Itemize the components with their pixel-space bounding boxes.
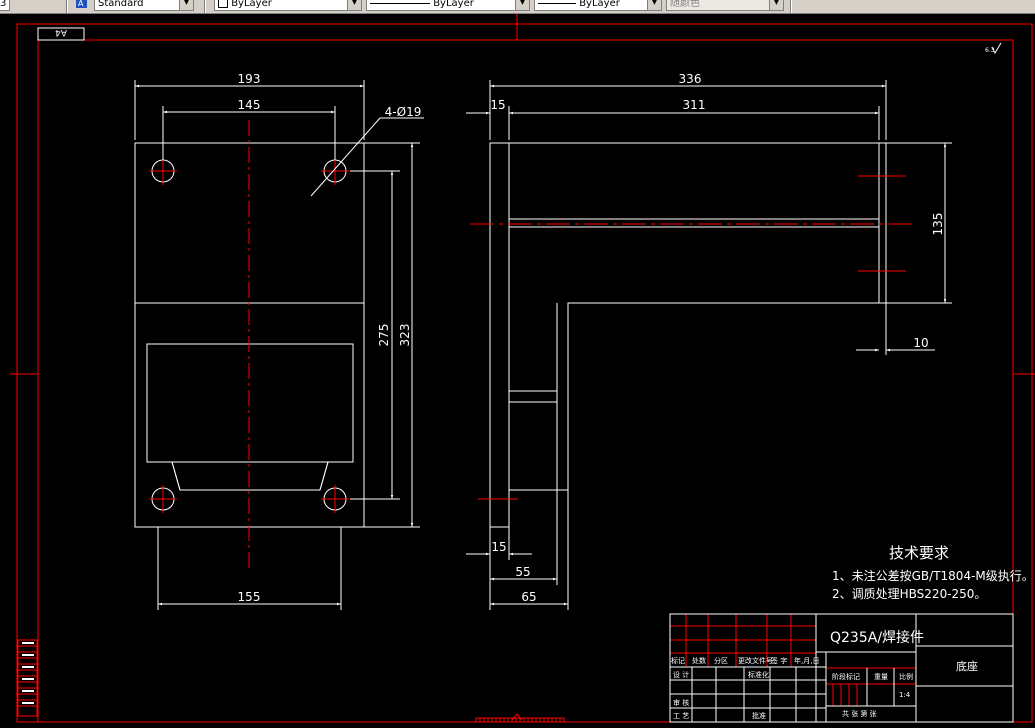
toolbar-separator — [66, 0, 68, 13]
tb-hdr-zone: 分区 — [714, 656, 728, 665]
dim-311: 311 — [683, 98, 706, 112]
dim-65: 65 — [521, 590, 536, 604]
lineweight-sample — [538, 2, 576, 4]
technical-requirements: 技术要求 1、未注公差按GB/T1804-M级执行。 2、调质处理HBS220-… — [832, 544, 1034, 601]
dim-193: 193 — [238, 72, 261, 86]
linetype-value: ByLayer — [433, 0, 474, 9]
tb-hdr-mark: 标记 — [671, 656, 685, 665]
text-style-value: Standard — [98, 0, 144, 9]
binding-table — [17, 639, 38, 717]
lineweight-value: ByLayer — [579, 0, 620, 9]
dim-135: 135 — [931, 213, 945, 236]
plotstyle-value: 随颜色 — [670, 0, 700, 9]
lineweight-dropdown[interactable]: ByLayer ▼ — [534, 0, 662, 11]
dim-10: 10 — [913, 336, 928, 350]
tb-hdr-docno: 更改文件号 — [738, 656, 773, 665]
dim-145: 145 — [238, 98, 261, 112]
svg-text:A: A — [78, 0, 84, 8]
chevron-down-icon[interactable]: ▼ — [647, 0, 661, 10]
dim-55: 55 — [515, 565, 530, 579]
dim-15-top: 15 — [490, 98, 505, 112]
tb-part-name: 底座 — [956, 659, 978, 673]
dim-155: 155 — [238, 590, 261, 604]
chevron-down-icon[interactable]: ▼ — [515, 0, 529, 10]
chevron-down-icon[interactable]: ▼ — [179, 0, 193, 10]
dim-336: 336 — [679, 72, 702, 86]
tb-row-review: 审 核 — [673, 698, 689, 707]
svg-text:A4: A4 — [55, 27, 67, 37]
tb-hdr-date: 年,月,日 — [794, 656, 819, 665]
dim-15-bottom: 15 — [491, 540, 506, 554]
tb-hdr-sign: 签 字 — [771, 656, 787, 665]
side-view — [489, 142, 887, 528]
tb-material: Q235A/焊接件 — [830, 629, 924, 646]
text-style-icon[interactable]: A — [74, 0, 90, 11]
toolbar-partial-dropdown[interactable]: 3 — [0, 0, 10, 11]
tb-hdr-count: 处数 — [692, 656, 706, 665]
tb-row-design: 设 计 — [673, 670, 689, 679]
tb-row-approve: 批准 — [752, 711, 766, 720]
dim-323: 323 — [398, 324, 412, 347]
toolbar-separator — [790, 0, 792, 13]
front-dimension-texts: 193 145 4-Ø19 323 275 155 — [238, 72, 422, 604]
tb-row-standard: 标准化 — [748, 670, 769, 679]
title-block: 标记 处数 分区 更改文件号 签 字 年,月,日 设 计 标准化 审 核 工 艺… — [669, 613, 1014, 723]
tech-req-item-1: 1、未注公差按GB/T1804-M级执行。 — [832, 568, 1034, 583]
tb-stage-label: 阶段标记 — [832, 672, 860, 681]
tb-row-process: 工 艺 — [673, 712, 689, 720]
tb-weight-label: 重量 — [874, 673, 888, 681]
layer-color-dropdown[interactable]: ByLayer ▼ — [214, 0, 362, 11]
properties-toolbar: 3 A Standard ▼ ByLayer ▼ ByLayer ▼ ByLay… — [0, 0, 1035, 14]
color-swatch-icon — [218, 0, 228, 8]
tb-sheet-label: 共 张 第 张 — [842, 709, 877, 718]
tb-scale-value: 1:4 — [899, 691, 911, 699]
front-view — [134, 142, 365, 528]
tb-scale-label: 比例 — [899, 672, 913, 681]
drawing-frame — [10, 14, 1035, 723]
side-dimension-texts: 336 15 311 135 10 15 55 65 — [490, 72, 945, 604]
side-centerlines — [470, 175, 912, 500]
roughness-symbol: 6.3 — [985, 42, 1002, 55]
dim-hole-note: 4-Ø19 — [385, 105, 422, 119]
linetype-dropdown[interactable]: ByLayer ▼ — [366, 0, 530, 11]
layer-color-value: ByLayer — [231, 0, 272, 9]
dim-275: 275 — [377, 324, 391, 347]
tech-req-item-2: 2、调质处理HBS220-250。 — [832, 587, 986, 601]
tech-req-title: 技术要求 — [889, 544, 949, 562]
drawing-canvas[interactable]: A4 6.3 193 145 4-Ø19 323 275 155 336 15 … — [0, 14, 1035, 728]
chevron-down-icon[interactable]: ▼ — [769, 0, 783, 10]
text-style-dropdown[interactable]: Standard ▼ — [94, 0, 194, 11]
linetype-sample — [370, 2, 430, 4]
sheet-size-label: A4 — [37, 27, 85, 41]
plotstyle-dropdown[interactable]: 随颜色 ▼ — [666, 0, 784, 11]
toolbar-separator — [204, 0, 206, 13]
chevron-down-icon[interactable]: ▼ — [347, 0, 361, 10]
